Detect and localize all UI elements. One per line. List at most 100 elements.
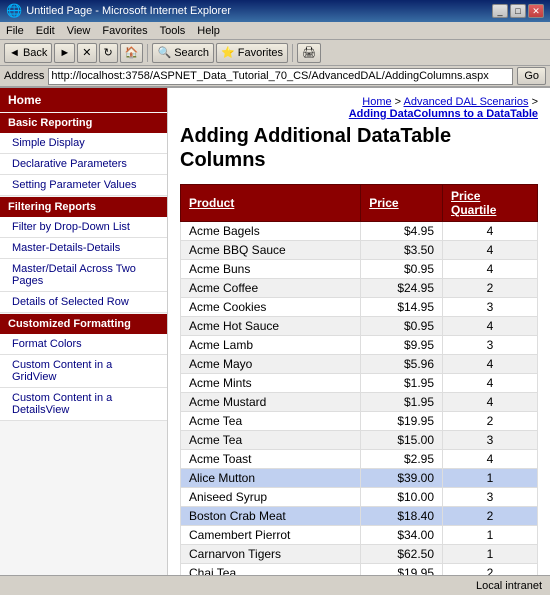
sidebar-item-filter-dropdown[interactable]: Filter by Drop-Down List	[0, 217, 167, 238]
sidebar-item-master-detail-across[interactable]: Master/Detail Across Two Pages	[0, 259, 167, 292]
sidebar-item-format-colors[interactable]: Format Colors	[0, 334, 167, 355]
cell-price: $19.95	[361, 564, 443, 576]
print-button[interactable]: 🖨	[297, 43, 321, 63]
cell-product: Acme Tea	[181, 412, 361, 431]
cell-price: $24.95	[361, 279, 443, 298]
table-row: Alice Mutton$39.001	[181, 469, 538, 488]
cell-product: Acme Tea	[181, 431, 361, 450]
go-button[interactable]: Go	[517, 67, 546, 85]
cell-quartile: 3	[443, 298, 538, 317]
cell-product: Acme Cookies	[181, 298, 361, 317]
menu-favorites[interactable]: Favorites	[102, 25, 147, 37]
cell-price: $3.50	[361, 241, 443, 260]
cell-price: $5.96	[361, 355, 443, 374]
sidebar-section-customized-formatting[interactable]: Customized Formatting	[0, 314, 167, 334]
cell-product: Boston Crab Meat	[181, 507, 361, 526]
table-row: Chai Tea$19.952	[181, 564, 538, 576]
cell-price: $19.95	[361, 412, 443, 431]
cell-quartile: 4	[443, 374, 538, 393]
col-header-product[interactable]: Product	[181, 185, 361, 222]
back-button[interactable]: ◄ Back	[4, 43, 52, 63]
cell-quartile: 2	[443, 507, 538, 526]
status-text: Local intranet	[476, 580, 542, 592]
sidebar-section-filtering-reports[interactable]: Filtering Reports	[0, 197, 167, 217]
table-row: Acme Mints$1.954	[181, 374, 538, 393]
home-button[interactable]: 🏠	[120, 43, 144, 63]
page-title: Adding Additional DataTable Columns	[180, 124, 538, 172]
sidebar-item-master-details[interactable]: Master-Details-Details	[0, 238, 167, 259]
cell-price: $34.00	[361, 526, 443, 545]
cell-price: $0.95	[361, 317, 443, 336]
maximize-button[interactable]: □	[510, 4, 526, 18]
cell-quartile: 4	[443, 222, 538, 241]
favorites-button[interactable]: ⭐ Favorites	[216, 43, 288, 63]
sidebar-section-basic-reporting[interactable]: Basic Reporting	[0, 113, 167, 133]
breadcrumb-advanced-dal-link[interactable]: Advanced DAL Scenarios	[404, 96, 529, 108]
cell-product: Aniseed Syrup	[181, 488, 361, 507]
cell-product: Acme Hot Sauce	[181, 317, 361, 336]
col-header-price-quartile[interactable]: PriceQuartile	[443, 185, 538, 222]
cell-product: Alice Mutton	[181, 469, 361, 488]
stop-button[interactable]: ✕	[77, 43, 96, 63]
cell-quartile: 4	[443, 450, 538, 469]
close-button[interactable]: ✕	[528, 4, 544, 18]
table-row: Acme BBQ Sauce$3.504	[181, 241, 538, 260]
sidebar-item-setting-parameter-values[interactable]: Setting Parameter Values	[0, 175, 167, 196]
refresh-button[interactable]: ↻	[99, 43, 118, 63]
breadcrumb-home-link[interactable]: Home	[362, 96, 391, 108]
breadcrumb: Home > Advanced DAL Scenarios > Adding D…	[180, 96, 538, 120]
table-row: Acme Coffee$24.952	[181, 279, 538, 298]
table-row: Acme Bagels$4.954	[181, 222, 538, 241]
menu-bar: File Edit View Favorites Tools Help	[0, 22, 550, 40]
col-header-price[interactable]: Price	[361, 185, 443, 222]
breadcrumb-current: Adding DataColumns to a DataTable	[349, 108, 538, 120]
cell-price: $10.00	[361, 488, 443, 507]
table-row: Acme Mayo$5.964	[181, 355, 538, 374]
sidebar-home[interactable]: Home	[0, 88, 167, 112]
window-title: Untitled Page - Microsoft Internet Explo…	[26, 5, 231, 17]
cell-product: Acme Buns	[181, 260, 361, 279]
forward-button[interactable]: ►	[54, 43, 75, 63]
cell-price: $15.00	[361, 431, 443, 450]
menu-tools[interactable]: Tools	[160, 25, 186, 37]
cell-quartile: 2	[443, 412, 538, 431]
table-row: Acme Tea$15.003	[181, 431, 538, 450]
cell-product: Acme Lamb	[181, 336, 361, 355]
table-row: Acme Toast$2.954	[181, 450, 538, 469]
cell-quartile: 4	[443, 393, 538, 412]
cell-quartile: 2	[443, 564, 538, 576]
address-input[interactable]	[48, 68, 513, 85]
cell-quartile: 3	[443, 336, 538, 355]
table-row: Carnarvon Tigers$62.501	[181, 545, 538, 564]
sidebar-item-custom-content-gridview[interactable]: Custom Content in a GridView	[0, 355, 167, 388]
sidebar-item-declarative-parameters[interactable]: Declarative Parameters	[0, 154, 167, 175]
sidebar-item-simple-display[interactable]: Simple Display	[0, 133, 167, 154]
cell-quartile: 1	[443, 526, 538, 545]
ie-logo-icon: 🌐	[6, 3, 22, 19]
search-button[interactable]: 🔍 Search	[152, 43, 214, 63]
breadcrumb-separator-2: >	[532, 96, 538, 108]
table-row: Boston Crab Meat$18.402	[181, 507, 538, 526]
cell-quartile: 4	[443, 260, 538, 279]
address-label: Address	[4, 70, 44, 82]
toolbar: ◄ Back ► ✕ ↻ 🏠 🔍 Search ⭐ Favorites 🖨	[0, 40, 550, 66]
cell-product: Acme Mayo	[181, 355, 361, 374]
menu-edit[interactable]: Edit	[36, 25, 55, 37]
cell-price: $39.00	[361, 469, 443, 488]
sidebar-item-custom-content-detailsview[interactable]: Custom Content in a DetailsView	[0, 388, 167, 421]
sidebar-item-details-selected-row[interactable]: Details of Selected Row	[0, 292, 167, 313]
menu-help[interactable]: Help	[197, 25, 220, 37]
title-bar-buttons[interactable]: _ □ ✕	[492, 4, 544, 18]
cell-quartile: 1	[443, 469, 538, 488]
table-row: Acme Hot Sauce$0.954	[181, 317, 538, 336]
table-row: Aniseed Syrup$10.003	[181, 488, 538, 507]
cell-price: $14.95	[361, 298, 443, 317]
menu-view[interactable]: View	[67, 25, 91, 37]
table-row: Acme Tea$19.952	[181, 412, 538, 431]
minimize-button[interactable]: _	[492, 4, 508, 18]
cell-quartile: 1	[443, 545, 538, 564]
menu-file[interactable]: File	[6, 25, 24, 37]
cell-quartile: 2	[443, 279, 538, 298]
main-container: Home Basic Reporting Simple Display Decl…	[0, 88, 550, 575]
cell-price: $62.50	[361, 545, 443, 564]
